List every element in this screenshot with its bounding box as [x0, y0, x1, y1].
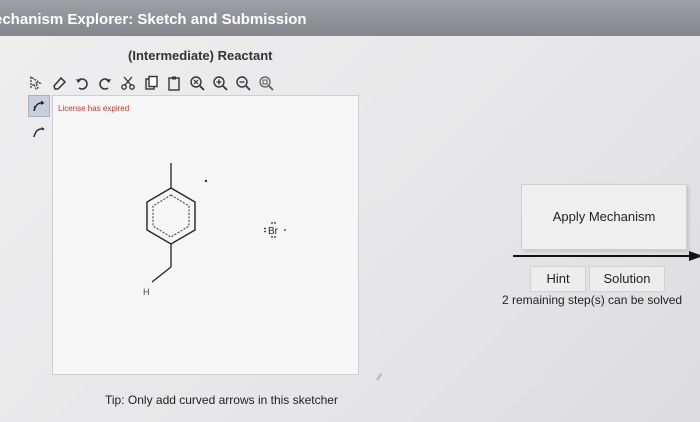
undo-icon[interactable] — [74, 75, 90, 91]
window-title: echanism Explorer: Sketch and Submission — [0, 11, 307, 28]
reaction-arrow-icon — [513, 251, 700, 261]
copy-icon[interactable] — [143, 75, 159, 91]
remaining-steps-text: 2 remaining step(s) can be solved — [502, 293, 683, 307]
eraser-icon[interactable] — [51, 75, 67, 91]
benzene-ring — [146, 187, 196, 245]
hint-button[interactable]: Hint — [530, 266, 586, 292]
curved-arrow-double-icon[interactable] — [28, 95, 50, 117]
hydrogen-label: H — [143, 287, 150, 297]
redo-icon[interactable] — [97, 75, 113, 91]
zoom-in-icon[interactable] — [212, 75, 228, 91]
arrow-tool-rail — [28, 95, 50, 147]
zoom-fit-icon[interactable] — [258, 75, 274, 91]
sketcher-tip: Tip: Only add curved arrows in this sket… — [105, 393, 338, 407]
ch-h-bond — [151, 266, 172, 283]
sketcher-toolbar — [28, 74, 274, 92]
paste-icon[interactable] — [166, 75, 182, 91]
select-arrow-icon[interactable] — [28, 75, 44, 91]
solution-button[interactable]: Solution — [589, 266, 665, 292]
window-title-bar: echanism Explorer: Sketch and Submission — [0, 0, 700, 36]
sketcher-heading: (Intermediate) Reactant — [128, 48, 273, 63]
molecule-drawing[interactable]: H Br — [52, 95, 359, 375]
zoom-out-icon[interactable] — [235, 75, 251, 91]
aromatic-circle — [152, 194, 190, 238]
stray-dot — [204, 179, 208, 183]
resize-handle-icon[interactable]: ∕∕ — [378, 372, 381, 382]
zoom-reset-icon[interactable] — [189, 75, 205, 91]
cut-icon[interactable] — [120, 75, 136, 91]
apply-mechanism-button[interactable]: Apply Mechanism — [521, 184, 687, 250]
bromine-label: Br — [268, 226, 279, 237]
curved-arrow-single-icon[interactable] — [28, 121, 50, 143]
